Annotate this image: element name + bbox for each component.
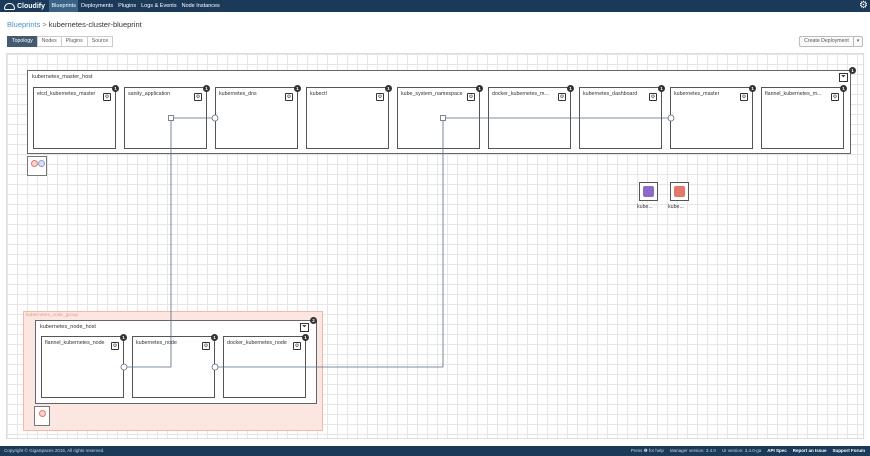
node-title: kubectl [310,91,327,97]
side-node-network-label: kube... [637,204,653,210]
settings-icon[interactable]: ⚙ [293,342,301,350]
ui-version: UI version: 3.4.0-ga [721,448,762,453]
node-title: kube_system_namespace [401,91,463,97]
master-host-plugins-box[interactable] [27,156,47,176]
master-host-count-badge: 1 [849,67,856,74]
breadcrumb: Blueprints > kubernetes-cluster-blueprint [7,20,142,29]
instance-count-badge: 1 [294,85,301,92]
node-title: kubernetes_master [674,91,720,97]
filter-icon[interactable]: ⏷ [839,73,848,82]
node-title: docker_kubernetes_m... [492,91,549,97]
plugin-blue-icon [38,160,45,167]
master-node-8[interactable]: flannel_kubernetes_m... ⚙ 1 [761,85,847,149]
instance-count-badge: 1 [302,334,309,341]
settings-icon[interactable]: ⚙ [111,342,119,350]
gear-icon[interactable]: ⚙ [859,1,868,11]
instance-count-badge: 1 [203,85,210,92]
settings-icon[interactable]: ⚙ [103,93,111,101]
node-host-filter-icon[interactable]: ⏷ [300,323,309,332]
side-node-security-label: kube... [668,204,684,210]
side-node-security[interactable] [670,182,689,201]
master-node-6[interactable]: kubernetes_dashboard ⚙ 1 [579,85,665,149]
scaling-group-label: kubernetes_node_group [26,313,79,318]
help-hint: Press ❶ for help [630,448,664,453]
copyright-text: Copyright © GigaSpaces 2016, All rights … [4,448,105,453]
nav-deployments[interactable]: Deployments [78,0,115,12]
tab-nodes[interactable]: Nodes [36,36,62,47]
blueprint-tabs: Topology Nodes Plugins Source [7,36,114,47]
settings-icon[interactable]: ⚙ [740,93,748,101]
create-deployment-label: Create Deployment [804,38,849,44]
create-deployment-button[interactable]: Create Deployment ▾ [799,36,863,47]
instance-count-badge: 1 [749,85,756,92]
topology-canvas[interactable]: kubernetes_master_host ⏷ 1 etcd_kubernet… [6,53,864,439]
worker-node-2[interactable]: docker_kubernetes_node ⚙ 1 [223,334,309,398]
instance-count-badge: 1 [567,85,574,92]
instance-count-badge: 1 [658,85,665,92]
lock-icon [674,186,685,197]
nav-logs-events[interactable]: Logs & Events [139,0,179,12]
cloudify-logo[interactable]: Cloudify [0,0,49,12]
tab-plugins[interactable]: Plugins [60,36,88,47]
nav-blueprints[interactable]: Blueprints [49,0,79,12]
node-title: flannel_kubernetes_m... [765,91,822,97]
logo-text: Cloudify [17,2,45,10]
node-title: etcd_kubernetes_master [37,91,96,97]
settings-icon[interactable]: ⚙ [202,342,210,350]
tab-topology[interactable]: Topology [7,36,38,47]
node-title: kubernetes_dns [219,91,257,97]
worker-node-1[interactable]: kubernetes_node ⚙ 1 [132,334,218,398]
footer: Copyright © GigaSpaces 2016, All rights … [0,446,870,456]
node-title: sanity_application [128,91,171,97]
settings-icon[interactable]: ⚙ [649,93,657,101]
instance-count-badge: 1 [211,334,218,341]
plugin-red-icon [39,410,46,417]
node-title: kubernetes_dashboard [583,91,638,97]
master-node-0[interactable]: etcd_kubernetes_master ⚙ 1 [33,85,119,149]
settings-icon[interactable]: ⚙ [558,93,566,101]
settings-icon[interactable]: ⚙ [376,93,384,101]
nav-plugins[interactable]: Plugins [116,0,139,12]
node-title: docker_kubernetes_node [227,340,287,346]
manager-version: Manager version: 3.4.0 [669,448,716,453]
support-forum-link[interactable]: Support Forum [833,446,866,456]
master-node-5[interactable]: docker_kubernetes_m... ⚙ 1 [488,85,574,149]
instance-count-badge: 1 [840,85,847,92]
side-node-network[interactable] [639,182,658,201]
master-node-3[interactable]: kubectl ⚙ 1 [306,85,392,149]
node-title: flannel_kubernetes_node [45,340,105,346]
cloud-icon [4,2,15,10]
network-icon [643,186,654,197]
page-title: kubernetes-cluster-blueprint [48,20,142,29]
master-node-2[interactable]: kubernetes_dns ⚙ 1 [215,85,301,149]
chevron-down-icon[interactable]: ▾ [853,37,862,46]
breadcrumb-blueprints-link[interactable]: Blueprints [7,20,40,29]
instance-count-badge: 1 [476,85,483,92]
worker-node-0[interactable]: flannel_kubernetes_node ⚙ 1 [41,334,127,398]
master-host-title: kubernetes_master_host [32,74,93,80]
settings-icon[interactable]: ⚙ [467,93,475,101]
top-navigation-bar: Cloudify Blueprints Deployments Plugins … [0,0,870,12]
node-host-plugins-box[interactable] [34,406,50,426]
node-host-title: kubernetes_node_host [40,324,96,330]
instance-count-badge: 1 [112,85,119,92]
nav-node-instances[interactable]: Node Instances [179,0,222,12]
breadcrumb-separator: > [42,20,47,29]
tab-source[interactable]: Source [86,36,114,47]
api-spec-link[interactable]: API Spec [767,446,787,456]
node-title: kubernetes_node [136,340,177,346]
settings-icon[interactable]: ⚙ [285,93,293,101]
master-node-7[interactable]: kubernetes_master ⚙ 1 [670,85,756,149]
instance-count-badge: 1 [120,334,127,341]
settings-icon[interactable]: ⚙ [194,93,202,101]
node-host-count-badge: 2 [310,317,317,324]
plugin-red-icon [31,160,38,167]
instance-count-badge: 1 [385,85,392,92]
master-node-1[interactable]: sanity_application ⚙ 1 [124,85,210,149]
settings-icon[interactable]: ⚙ [831,93,839,101]
master-node-4[interactable]: kube_system_namespace ⚙ 1 [397,85,483,149]
footer-right: Press ❶ for help Manager version: 3.4.0 … [631,446,865,456]
report-issue-link[interactable]: Report an Issue [793,446,827,456]
